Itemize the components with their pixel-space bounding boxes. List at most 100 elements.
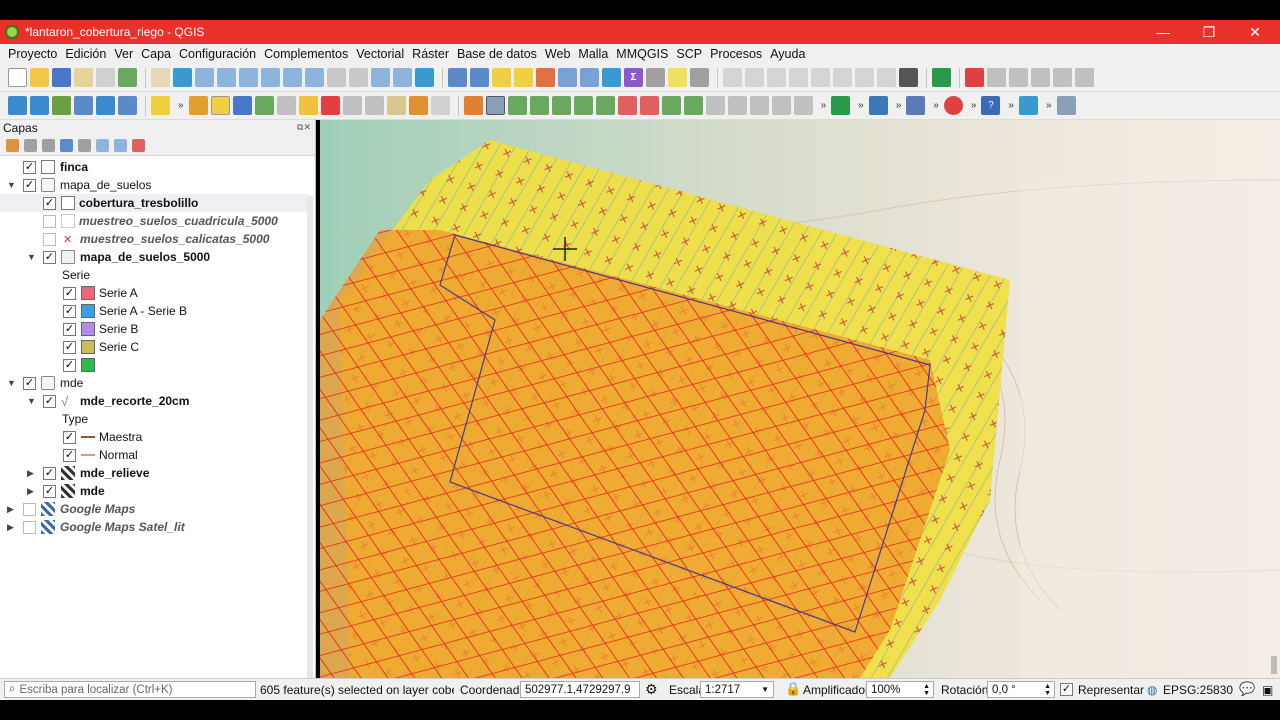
magnifier-spinbox[interactable]: 100% ▲ ▼ bbox=[866, 681, 934, 698]
vertex-tool-icon[interactable] bbox=[276, 96, 296, 115]
snapping-icon[interactable] bbox=[965, 68, 984, 87]
legend-item-maestra[interactable]: ✓ Maestra bbox=[0, 428, 310, 446]
serie-b-checkbox[interactable]: ✓ bbox=[63, 322, 76, 336]
deselect-icon[interactable] bbox=[536, 68, 555, 87]
layer-muestreo-cuadricula[interactable]: muestreo_suelos_cuadricula_5000 bbox=[0, 212, 310, 230]
menu-complementos[interactable]: Complementos bbox=[260, 47, 352, 61]
zoom-last-icon[interactable] bbox=[327, 68, 346, 87]
menu-edicion[interactable]: Edición bbox=[61, 47, 110, 61]
add-delimited-icon[interactable] bbox=[96, 96, 115, 115]
move-label-icon[interactable] bbox=[789, 68, 808, 87]
expand-all-icon[interactable] bbox=[96, 139, 109, 152]
menu-procesos[interactable]: Procesos bbox=[706, 47, 766, 61]
menu-ayuda[interactable]: Ayuda bbox=[766, 47, 809, 61]
layer-tree-scrollbar[interactable] bbox=[307, 196, 313, 686]
style-manager-icon[interactable] bbox=[118, 68, 137, 87]
menu-malla[interactable]: Malla bbox=[574, 47, 612, 61]
help-icon[interactable]: ? bbox=[981, 96, 1001, 115]
cobertura-checkbox[interactable]: ✓ bbox=[43, 196, 56, 210]
split-features-icon[interactable] bbox=[705, 96, 725, 115]
delete-selected-icon[interactable] bbox=[320, 96, 340, 115]
copy-features-icon[interactable] bbox=[364, 96, 384, 115]
advanced-digitizing-icon[interactable] bbox=[485, 96, 505, 115]
menu-mmqgis[interactable]: MMQGIS bbox=[612, 47, 672, 61]
identify-icon[interactable] bbox=[448, 68, 467, 87]
spin-arrows-icon[interactable]: ▲ ▼ bbox=[1044, 683, 1051, 697]
menu-proyecto[interactable]: Proyecto bbox=[4, 47, 61, 61]
rotation-spinbox[interactable]: 0,0 ° ▲ ▼ bbox=[987, 681, 1055, 698]
menu-ver[interactable]: Ver bbox=[110, 47, 137, 61]
split-parts-icon[interactable] bbox=[727, 96, 747, 115]
offset-curve-icon[interactable] bbox=[683, 96, 703, 115]
run-action-icon[interactable] bbox=[470, 68, 489, 87]
save-project-icon[interactable] bbox=[52, 68, 71, 87]
layout-manager-icon[interactable] bbox=[96, 68, 115, 87]
expand-arrow-icon[interactable]: ▼ bbox=[7, 180, 16, 190]
menu-base-de-datos[interactable]: Base de datos bbox=[453, 47, 541, 61]
fill-ring-icon[interactable] bbox=[595, 96, 615, 115]
annotation-icon[interactable] bbox=[690, 68, 709, 87]
zoom-out-icon[interactable] bbox=[217, 68, 236, 87]
mesh-tool-icon[interactable] bbox=[1056, 96, 1076, 115]
save-edits-icon[interactable] bbox=[232, 96, 252, 115]
legend-item-other[interactable]: ✓ bbox=[0, 356, 310, 374]
pan-icon[interactable] bbox=[151, 68, 170, 87]
group-mapa-de-suelos[interactable]: ▼ ✓ mapa_de_suelos bbox=[0, 176, 310, 194]
new-map-view-icon[interactable] bbox=[371, 68, 390, 87]
add-ring-icon[interactable] bbox=[551, 96, 571, 115]
layer-mapa-de-suelos-5000[interactable]: ▼ ✓ mapa_de_suelos_5000 bbox=[0, 248, 310, 266]
legend-item-serie-a[interactable]: ✓ Serie A bbox=[0, 284, 310, 302]
field-calculator-icon[interactable] bbox=[580, 68, 599, 87]
modify-attributes-icon[interactable] bbox=[298, 96, 318, 115]
serie-c-checkbox[interactable]: ✓ bbox=[63, 340, 76, 354]
panel-float-close-icon[interactable]: ⧉✕ bbox=[297, 122, 311, 133]
rotate-label-icon[interactable] bbox=[811, 68, 830, 87]
bookmark-icon[interactable] bbox=[393, 68, 412, 87]
zoom-layer-icon[interactable] bbox=[283, 68, 302, 87]
menu-raster[interactable]: Ráster bbox=[408, 47, 453, 61]
layer-cobertura-tresbolillo[interactable]: ✓ cobertura_tresbolillo bbox=[0, 194, 310, 212]
coordinate-toggle-icon[interactable]: ⚙ bbox=[645, 681, 658, 698]
coordinate-field[interactable]: 502977.1,4729297.9 bbox=[520, 681, 640, 698]
locator-search-input[interactable]: ⌕ Escriba para localizar (Ctrl+K) bbox=[4, 681, 256, 698]
merge-attributes-icon[interactable] bbox=[771, 96, 791, 115]
toolbar-more-icon[interactable]: » bbox=[1046, 100, 1052, 111]
cloud-icon[interactable] bbox=[932, 68, 951, 87]
google-maps-satel-checkbox[interactable] bbox=[23, 520, 36, 534]
serie-a-checkbox[interactable]: ✓ bbox=[63, 286, 76, 300]
lock-scale-icon[interactable]: 🔒 bbox=[785, 681, 801, 697]
legend-item-serie-ab[interactable]: ✓ Serie A - Serie B bbox=[0, 302, 310, 320]
mapa-de-suelos-checkbox[interactable]: ✓ bbox=[23, 178, 36, 192]
grid-icon[interactable] bbox=[899, 68, 918, 87]
trace-icon[interactable] bbox=[1009, 68, 1028, 87]
legend-item-serie-c[interactable]: ✓ Serie C bbox=[0, 338, 310, 356]
maestra-checkbox[interactable]: ✓ bbox=[63, 430, 76, 444]
delete-part-icon[interactable] bbox=[639, 96, 659, 115]
show-labels-icon[interactable] bbox=[767, 68, 786, 87]
zoom-next-icon[interactable] bbox=[349, 68, 368, 87]
menu-web[interactable]: Web bbox=[541, 47, 574, 61]
expand-arrow-icon[interactable]: ▼ bbox=[27, 396, 36, 406]
map-svg[interactable] bbox=[320, 120, 1280, 678]
delete-ring-icon[interactable] bbox=[617, 96, 637, 115]
log-panel-icon[interactable]: ▣ bbox=[1262, 683, 1273, 697]
close-button[interactable]: ✕ bbox=[1232, 20, 1278, 44]
data-source-manager-icon[interactable] bbox=[8, 96, 27, 115]
crs-value[interactable]: EPSG:25830 bbox=[1163, 683, 1233, 697]
paste-features-icon[interactable] bbox=[386, 96, 406, 115]
minimize-button[interactable]: — bbox=[1140, 20, 1186, 44]
collapse-arrow-icon[interactable]: ▶ bbox=[27, 468, 34, 479]
move-diagram-icon[interactable] bbox=[877, 68, 896, 87]
manage-visibility-icon[interactable] bbox=[42, 139, 55, 152]
map-scroll-handle[interactable] bbox=[1271, 656, 1277, 674]
layer-mde[interactable]: ▶ ✓ mde bbox=[0, 482, 310, 500]
toolbox-icon[interactable] bbox=[602, 68, 621, 87]
layer-finca[interactable]: ✓ finca bbox=[0, 158, 310, 176]
redo-icon[interactable] bbox=[430, 96, 450, 115]
scp-tool-icon[interactable] bbox=[906, 96, 926, 115]
normal-checkbox[interactable]: ✓ bbox=[63, 448, 76, 462]
map-canvas[interactable] bbox=[320, 120, 1280, 678]
menu-configuracion[interactable]: Configuración bbox=[175, 47, 260, 61]
zoom-native-icon[interactable] bbox=[305, 68, 324, 87]
layer-google-maps[interactable]: ▶ Google Maps bbox=[0, 500, 310, 518]
